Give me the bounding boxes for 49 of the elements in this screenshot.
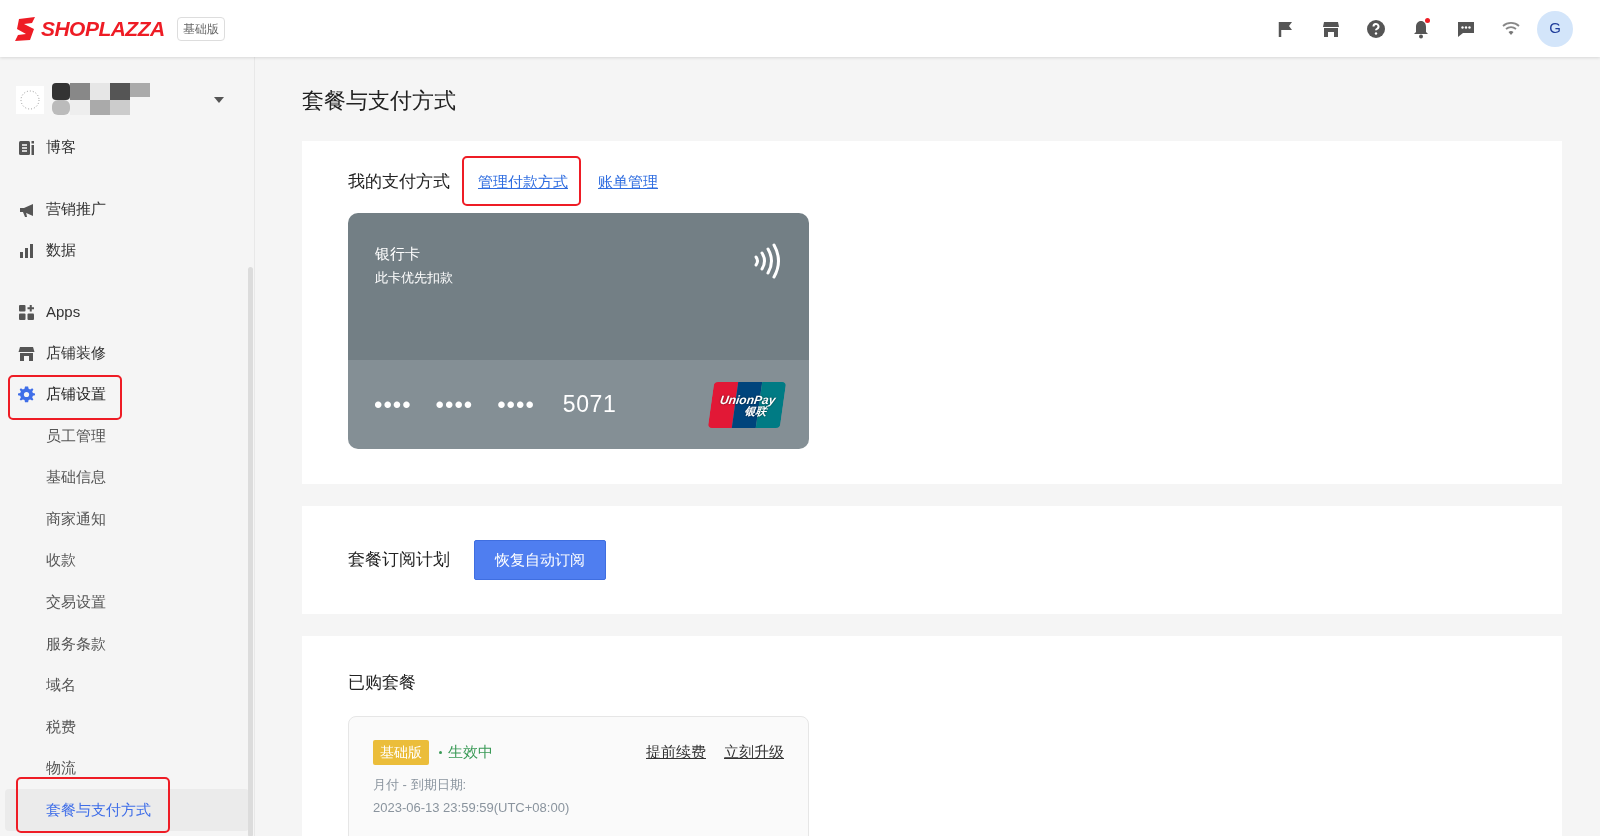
masked-digits: •••• [497, 389, 535, 420]
sidebar-subitem[interactable]: 交易设置 [46, 590, 106, 614]
apps-icon [18, 304, 35, 321]
section-heading: 我的支付方式 [348, 171, 450, 194]
sidebar-item[interactable]: 营销推广 [18, 198, 106, 221]
logo-icon [15, 16, 37, 41]
sidebar-subitem[interactable]: 税费 [46, 715, 76, 739]
card-note: 此卡优先扣款 [375, 268, 453, 287]
plan-action-link[interactable]: 提前续费 [646, 740, 706, 764]
store-icon [18, 345, 35, 362]
sidebar-item[interactable]: Apps [18, 301, 81, 324]
sidebar-subitem[interactable]: 收款 [46, 549, 76, 572]
section-heading: 已购套餐 [348, 672, 417, 694]
masked-digits: •••• [435, 389, 474, 420]
sidebar-subitem[interactable]: 基础信息 [46, 466, 106, 489]
dropdown-caret-icon[interactable] [214, 97, 224, 103]
plan-action-link[interactable]: 立刻升级 [724, 740, 784, 764]
card-type: 银行卡 [375, 244, 421, 264]
resume-subscription-button[interactable]: 恢复自动订阅 [474, 540, 606, 580]
plan-status: 生效中 [448, 741, 493, 762]
logo-text: SHOPLAZZA [41, 15, 165, 42]
help-icon[interactable] [1366, 18, 1386, 39]
sidebar-subitem[interactable]: 服务条款 [46, 632, 106, 655]
bar-chart-icon [18, 242, 35, 259]
contactless-icon [753, 243, 781, 279]
link[interactable]: 管理付款方式 [478, 173, 568, 190]
expiry-date: 2023-06-13 23:59:59(UTC+08:00) [373, 799, 571, 817]
section-heading: 套餐订阅计划 [348, 549, 450, 572]
card-last-digits: 5071 [562, 390, 617, 420]
sidebar-item[interactable]: 博客 [18, 136, 76, 159]
megaphone-icon [18, 201, 35, 218]
blog-icon [18, 139, 35, 156]
sidebar-subitem[interactable]: 员工管理 [46, 424, 106, 448]
sidebar-subitem[interactable]: 域名 [46, 674, 76, 697]
masked-digits: •••• [374, 389, 412, 420]
scrollbar[interactable] [248, 267, 253, 836]
settings-icon [18, 386, 35, 403]
page-title: 套餐与支付方式 [302, 87, 457, 115]
billing-cycle: 月付 - 到期日期: [373, 775, 468, 794]
sidebar-subitem[interactable]: 商家通知 [46, 507, 106, 531]
sidebar-item[interactable]: 店铺装修 [18, 342, 106, 365]
avatar[interactable]: G [1537, 10, 1573, 47]
plan-badge: 基础版 [373, 739, 429, 765]
sidebar-item[interactable]: 店铺设置 [18, 383, 106, 406]
sidebar-item[interactable]: 数据 [18, 239, 76, 262]
sidebar-subitem[interactable]: 物流 [46, 757, 76, 780]
link[interactable]: 账单管理 [598, 173, 658, 190]
store-logo [16, 86, 44, 114]
plan-badge: 基础版 [176, 16, 225, 41]
